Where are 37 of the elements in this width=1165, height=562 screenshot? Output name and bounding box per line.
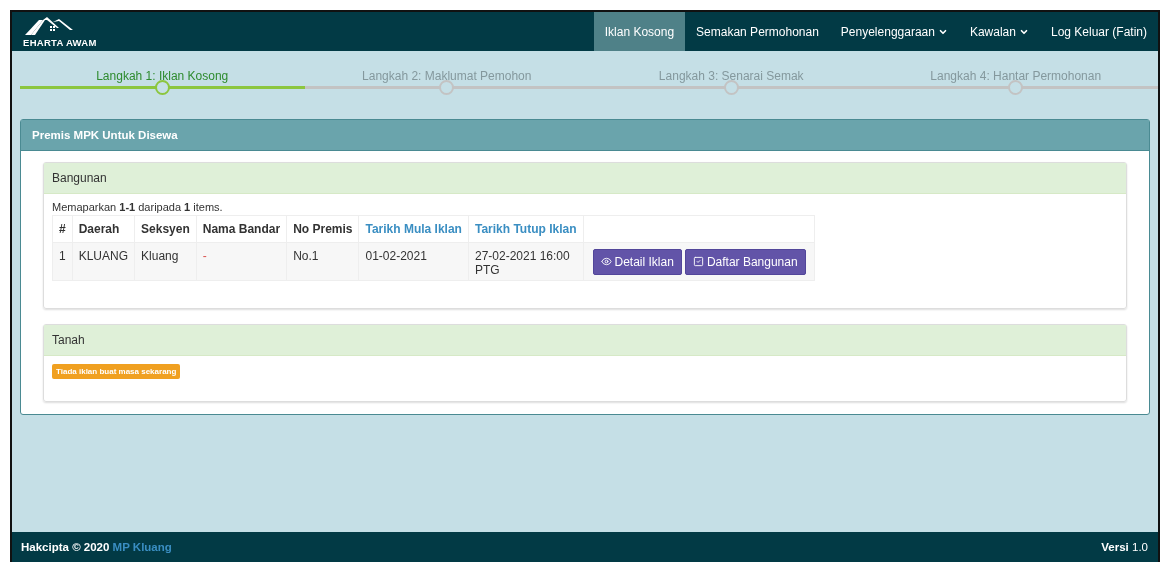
table-cell: 01-02-2021 [359,242,469,281]
section-title: Tanah [44,325,1126,356]
step-label: Langkah 4: Hantar Permohonan [930,69,1102,83]
step-label: Langkah 2: Maklumat Pemohon [362,69,532,83]
column-header: Nama Bandar [196,215,287,243]
nav-link[interactable]: Iklan Kosong [593,12,686,51]
column-header: # [52,215,73,243]
step-label: Langkah 3: Senarai Semak [658,69,804,83]
checkbox-icon [692,256,704,267]
table-cell: Kluang [134,242,197,281]
panel-title: Premis MPK Untuk Disewa [21,120,1149,151]
nav-link[interactable]: Log Keluar (Fatin) [1039,12,1158,51]
copyright-text: Hakcipta © 2020 MP Kluang [21,541,172,553]
eye-icon [600,256,612,267]
section-title: Bangunan [44,163,1126,194]
action-button[interactable]: Detail Iklan [592,248,682,275]
step-label: Langkah 1: Iklan Kosong [96,69,229,83]
table-cell: - [196,242,287,281]
column-header[interactable]: Tarikh Mula Iklan [359,215,469,243]
footer-link[interactable]: MP Kluang [112,541,172,553]
nav-link[interactable]: Penyelenggaraan [829,12,959,51]
nav-link[interactable]: Semakan Permohonan [685,12,830,51]
column-header: No Premis [286,215,359,243]
action-button[interactable]: Daftar Bangunan [684,248,806,275]
summary-text: Memaparkan 1-1 daripada 1 items. [52,201,224,213]
table-cell: KLUANG [72,242,135,281]
house-roof-icon [23,16,75,36]
brand-name: EHARTA AWAM [23,37,97,48]
table-cell: No.1 [286,242,359,281]
version-text: Versi 1.0 [1101,541,1148,553]
table-cell: 27-02-2021 16:00 PTG [468,242,583,281]
table-cell: 1 [52,242,73,281]
notice-label: Tiada iklan buat masa sekarang [52,364,181,379]
column-header: Seksyen [134,215,197,243]
column-header[interactable]: Tarikh Tutup Iklan [468,215,583,243]
nav-link[interactable]: Kawalan [958,12,1040,51]
column-header: Daerah [72,215,135,243]
